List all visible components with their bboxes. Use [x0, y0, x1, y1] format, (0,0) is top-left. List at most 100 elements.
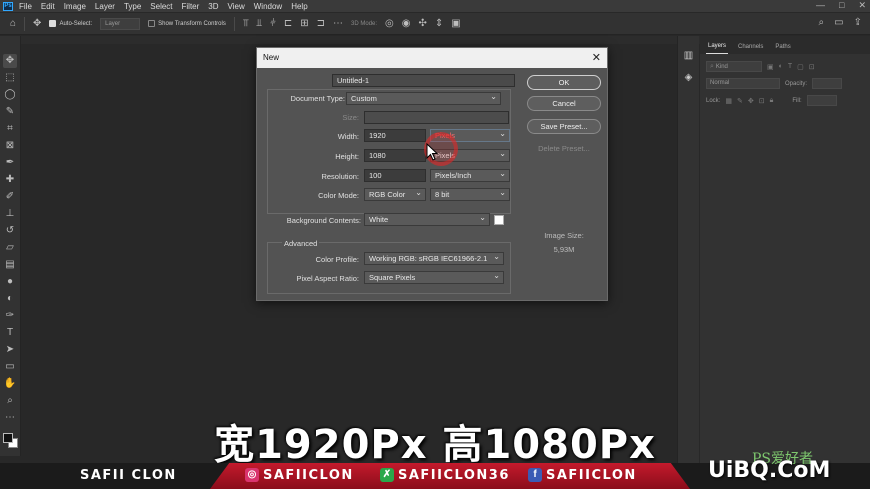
align-middle-icon[interactable]: ⫫ — [256, 18, 262, 29]
maximize-button[interactable]: □ — [839, 0, 844, 11]
toolbox: ✥ ⬚ ◯ ✎ ⌗ ⊠ ✒ ✚ ✐ ⊥ ↺ ▱ ▤ ● ◐ ✑ T ➤ ▭ ✋ … — [0, 36, 21, 456]
menu-window[interactable]: Window — [254, 2, 282, 11]
gradient-tool-icon[interactable]: ▤ — [3, 258, 17, 272]
tab-channels[interactable]: Channels — [736, 44, 765, 54]
auto-select-target-dropdown[interactable]: Layer — [100, 17, 141, 30]
type-filter-icon[interactable]: T — [788, 63, 792, 70]
tab-paths[interactable]: Paths — [773, 44, 792, 54]
quick-select-tool-icon[interactable]: ✎ — [3, 105, 17, 119]
lock-artboard-icon[interactable]: ⊡ — [759, 97, 765, 105]
banner-facebook-handle: SAFIICLON — [546, 468, 637, 483]
share-icon[interactable]: ⇪ — [854, 17, 862, 28]
adjustment-filter-icon[interactable]: ◐ — [779, 63, 783, 70]
menu-help[interactable]: Help — [291, 2, 307, 11]
close-icon[interactable]: ✕ — [592, 48, 601, 68]
fill-field[interactable] — [806, 95, 837, 106]
height-field[interactable]: 1080 — [364, 149, 426, 162]
lock-paint-icon[interactable]: ✎ — [737, 97, 743, 105]
crop-tool-icon[interactable]: ⌗ — [3, 122, 17, 136]
smart-object-filter-icon[interactable]: ⊡ — [809, 63, 815, 71]
resolution-label: Resolution: — [321, 172, 359, 181]
lasso-tool-icon[interactable]: ◯ — [3, 88, 17, 102]
menu-filter[interactable]: Filter — [182, 2, 200, 11]
auto-select-checkbox[interactable]: Auto-Select: — [49, 20, 92, 27]
kind-filter-dropdown[interactable]: ⌕ Kind — [706, 61, 762, 72]
menu-select[interactable]: Select — [150, 2, 172, 11]
menu-3d[interactable]: 3D — [208, 2, 218, 11]
banner-channel-name: SAFII CLON — [80, 468, 177, 483]
color-profile-dropdown[interactable]: Working RGB: sRGB IEC61966-2.1 — [364, 251, 504, 265]
move-tool-icon[interactable]: ✥ — [3, 54, 17, 68]
lock-all-icon[interactable]: 🔒︎ — [770, 97, 774, 105]
history-brush-tool-icon[interactable]: ↺ — [3, 224, 17, 238]
image-size-label: Image Size: — [544, 231, 584, 240]
history-panel-icon[interactable]: ▥ — [683, 50, 695, 62]
eraser-tool-icon[interactable]: ▱ — [3, 241, 17, 255]
ok-button[interactable]: OK — [527, 75, 601, 90]
home-icon[interactable]: ⌂ — [10, 18, 16, 29]
minimize-button[interactable]: — — [816, 0, 825, 11]
menu-image[interactable]: Image — [64, 2, 86, 11]
menu-file[interactable]: File — [19, 2, 32, 11]
aspect-dropdown[interactable]: Square Pixels — [364, 270, 504, 284]
lock-position-icon[interactable]: ✥ — [748, 97, 754, 105]
bitdepth-dropdown[interactable]: 8 bit — [430, 187, 510, 201]
workspace-icon[interactable]: ▭ — [834, 17, 843, 28]
width-field[interactable]: 1920 — [364, 129, 426, 142]
roll-3d-icon[interactable]: ◉ — [402, 18, 411, 29]
frame-tool-icon[interactable]: ⊠ — [3, 139, 17, 153]
close-window-button[interactable]: ✕ — [858, 0, 866, 11]
distribute-icon[interactable]: ⋯ — [333, 18, 343, 29]
lock-pixels-icon[interactable]: ▦ — [725, 97, 732, 105]
colormode-dropdown[interactable]: RGB Color — [364, 187, 426, 201]
tab-layers[interactable]: Layers — [706, 43, 729, 54]
name-field[interactable]: Untitled-1 — [332, 74, 515, 87]
advanced-label: Advanced — [282, 239, 320, 248]
properties-panel-icon[interactable]: ◈ — [683, 72, 695, 84]
shape-filter-icon[interactable]: ▢ — [797, 63, 804, 71]
drag-3d-icon[interactable]: ✣ — [419, 18, 427, 29]
background-dropdown[interactable]: White — [364, 212, 490, 226]
align-left-icon[interactable]: ⊏ — [284, 18, 292, 29]
lock-label: Lock: — [706, 97, 721, 104]
orbit-3d-icon[interactable]: ◎ — [385, 18, 394, 29]
blur-tool-icon[interactable]: ● — [3, 275, 17, 289]
show-transform-checkbox[interactable]: Show Transform Controls — [148, 20, 226, 27]
doctype-dropdown[interactable]: Custom — [346, 91, 501, 105]
window-controls: — □ ✕ — [816, 0, 866, 11]
move-tool-icon[interactable]: ✥ — [33, 18, 41, 29]
menu-edit[interactable]: Edit — [41, 2, 55, 11]
cancel-button[interactable]: Cancel — [527, 96, 601, 111]
aspect-label: Pixel Aspect Ratio: — [296, 274, 359, 283]
type-tool-icon[interactable]: T — [3, 326, 17, 340]
camera-icon[interactable]: ▣ — [451, 18, 460, 29]
pixel-filter-icon[interactable]: ▣ — [767, 63, 774, 71]
align-center-icon[interactable]: ⊞ — [300, 18, 308, 29]
slide-3d-icon[interactable]: ⇕ — [435, 18, 443, 29]
clone-stamp-tool-icon[interactable]: ⊥ — [3, 207, 17, 221]
align-bottom-icon[interactable]: ⫩ — [270, 18, 276, 29]
resolution-unit-dropdown[interactable]: Pixels/Inch — [430, 168, 510, 182]
menu-view[interactable]: View — [228, 2, 245, 11]
opacity-field[interactable] — [812, 78, 843, 89]
background-color-swatch[interactable] — [494, 215, 504, 225]
hand-tool-icon[interactable]: ✋ — [3, 377, 17, 391]
save-preset-button[interactable]: Save Preset... — [527, 119, 601, 134]
menu-layer[interactable]: Layer — [95, 2, 115, 11]
blend-mode-dropdown[interactable]: Normal — [706, 78, 780, 89]
align-top-icon[interactable]: ⫪ — [243, 18, 249, 29]
zoom-tool-icon[interactable]: ⌕ — [3, 394, 17, 408]
eyedropper-tool-icon[interactable]: ✒ — [3, 156, 17, 170]
marquee-tool-icon[interactable]: ⬚ — [3, 71, 17, 85]
dodge-tool-icon[interactable]: ◐ — [3, 292, 17, 306]
divider — [24, 16, 26, 31]
resolution-field[interactable]: 100 — [364, 169, 426, 182]
pen-tool-icon[interactable]: ✑ — [3, 309, 17, 323]
search-icon[interactable]: ⌕ — [819, 17, 825, 28]
rectangle-tool-icon[interactable]: ▭ — [3, 360, 17, 374]
path-select-tool-icon[interactable]: ➤ — [3, 343, 17, 357]
brush-tool-icon[interactable]: ✐ — [3, 190, 17, 204]
healing-brush-tool-icon[interactable]: ✚ — [3, 173, 17, 187]
menu-type[interactable]: Type — [124, 2, 141, 11]
align-right-icon[interactable]: ⊐ — [317, 18, 325, 29]
